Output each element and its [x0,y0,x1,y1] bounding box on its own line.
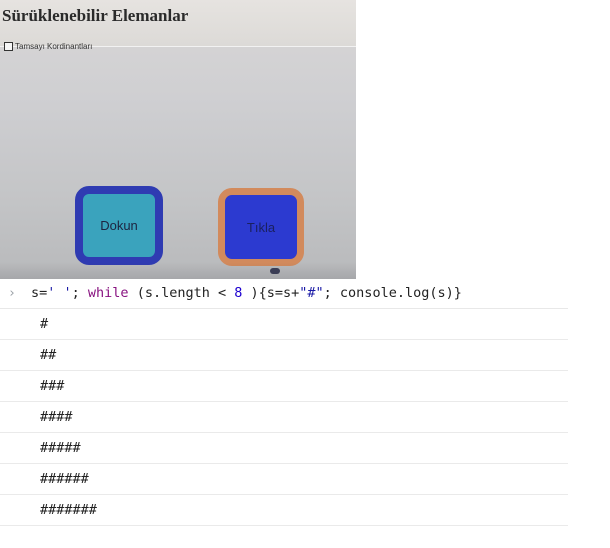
console-output-row: ### [0,371,568,402]
integer-coords-label: Tamsayı Kordinantları [15,42,93,51]
code-token: (s.length < [128,285,235,301]
code-token: ; [71,285,88,301]
devtools-console: › s=' '; while (s.length < 8 ){s=s+"#"; … [0,280,568,526]
console-output-row: ####### [0,495,568,526]
console-output-text: # [40,316,49,332]
dokun-button-label: Dokun [100,218,138,233]
code-token: "#" [299,285,324,301]
console-output-row: ###### [0,464,568,495]
console-output-text: ## [40,347,57,363]
console-output-text: ###### [40,471,89,487]
code-token: ; console.log(s)} [323,285,462,301]
console-output-text: ####### [40,502,97,518]
console-output-row: ## [0,340,568,371]
code-token: while [87,285,129,301]
tikla-button[interactable]: Tıkla [218,188,304,266]
console-output-row: # [0,309,568,340]
console-output-row: ##### [0,433,568,464]
code-token: ' ' [47,285,72,301]
page-title: Sürüklenebilir Elemanlar [2,6,189,25]
integer-coords-checkbox[interactable] [4,42,13,51]
console-input-line[interactable]: › s=' '; while (s.length < 8 ){s=s+"#"; … [0,280,568,309]
console-output-text: #### [40,409,73,425]
photo-artifact [270,268,280,274]
console-output-row: #### [0,402,568,433]
photo-shadow [0,262,356,279]
tikla-button-label: Tıkla [246,219,276,235]
console-output-text: ##### [40,440,81,456]
chevron-right-icon: › [8,286,16,301]
console-output-text: ### [40,378,65,394]
dokun-button[interactable]: Dokun [75,186,163,265]
code-token: ){s=s+ [242,285,300,301]
console-command[interactable]: s=' '; while (s.length < 8 ){s=s+"#"; co… [31,285,462,301]
console-output-list: # ## ### #### ##### ###### ####### [0,309,568,526]
code-token: s= [31,285,48,301]
integer-coords-option[interactable]: Tamsayı Kordinantları [4,42,92,51]
webpage-photo: Sürüklenebilir Elemanlar Tamsayı Kordina… [0,0,356,279]
